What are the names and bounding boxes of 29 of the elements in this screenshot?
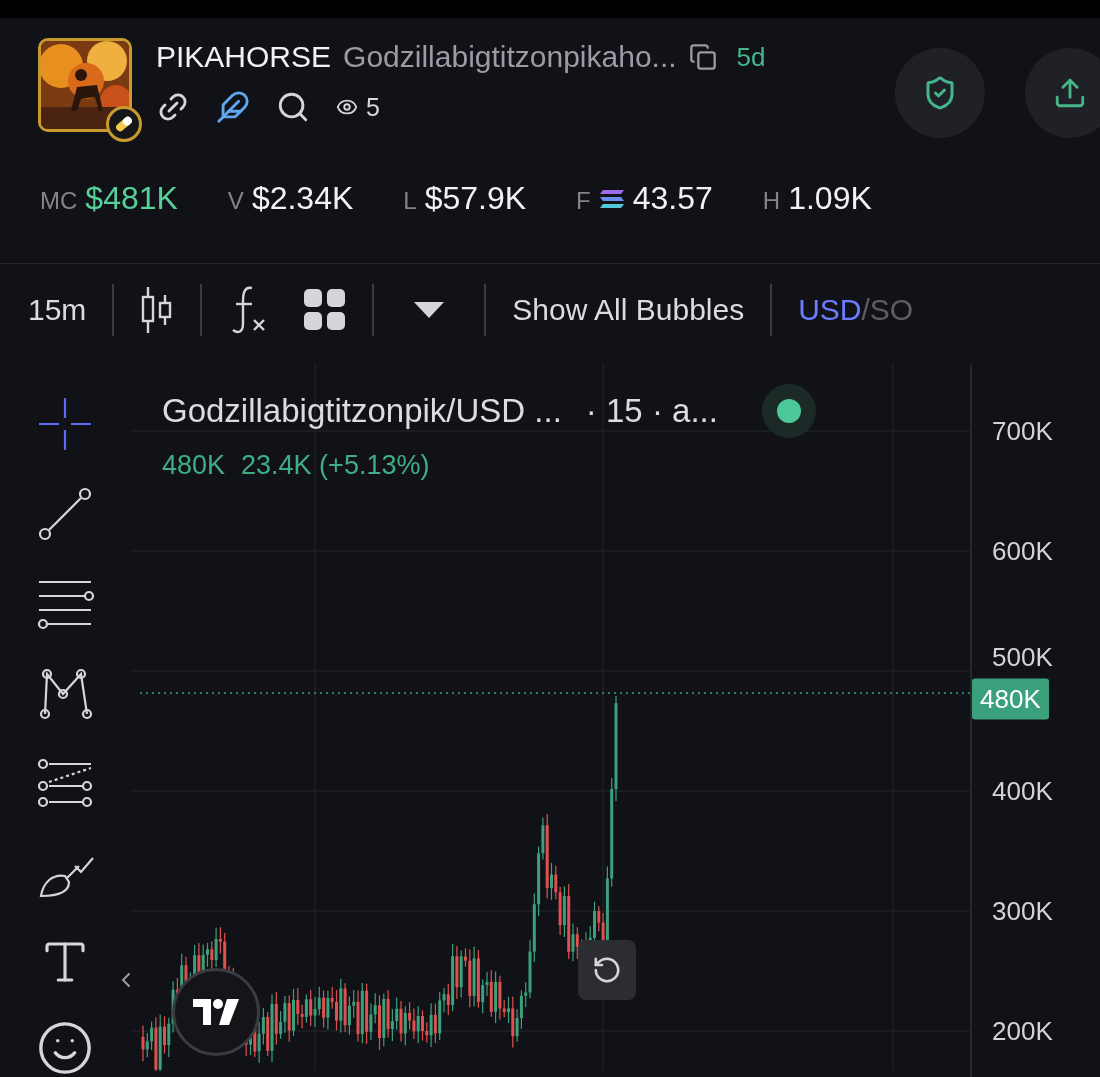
stat-label: L [403,187,417,215]
token-symbol: PIKAHORSE [156,40,332,74]
legend-change: 23.4K (+5.13%) [241,450,430,481]
axis-label: 300K [992,895,1053,927]
stat-label: V [227,187,244,215]
stat-value: $2.34K [251,180,354,217]
token-name: Godzillabigtitzonpikaho... [343,40,677,74]
interval-button[interactable]: 15m [28,293,87,327]
axis-label: 500K [992,641,1053,673]
stat-value: 1.09K [788,180,872,217]
stat-label: MC [40,187,78,215]
currency-option[interactable]: USD [798,293,862,327]
axis-label: 400K [992,775,1053,807]
stat-value: $57.9K [424,180,527,217]
legend-price: 480K [162,450,226,481]
current-price-tag: 480K [972,678,1049,720]
show-bubbles-button[interactable]: Show All Bubbles [512,293,745,327]
chart-details: · 15 · a... [585,392,718,430]
axis-label: 700K [992,415,1053,447]
chart-pair: Godzillabigtitzonpik/USD ... [162,392,562,430]
watcher-count: 5 [366,92,380,122]
currency-separator: / [861,293,870,327]
axis-label: 600K [992,535,1053,567]
stat-value: $481K [85,180,178,217]
stat-value: 43.57 [632,180,713,217]
axis-label: 200K [992,1015,1053,1047]
token-age: 5d [736,41,766,73]
stat-label: H [762,187,781,215]
stat-label: F [576,187,591,215]
